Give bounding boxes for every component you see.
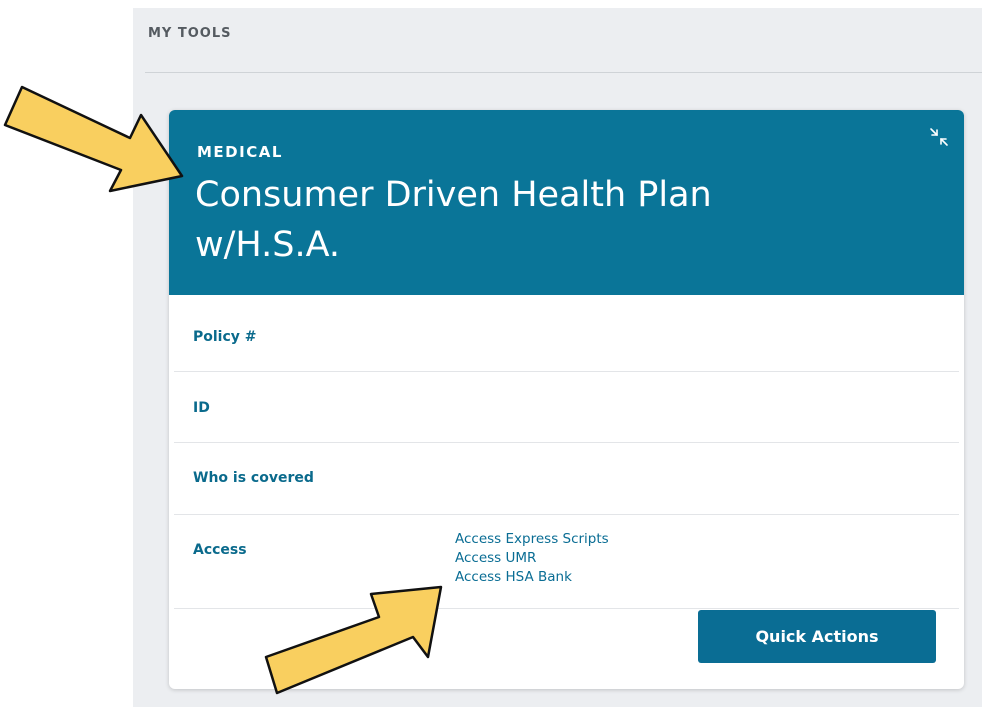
who-covered-label: Who is covered	[193, 470, 314, 486]
plan-name-line-1: Consumer Driven Health Plan	[195, 175, 712, 215]
access-express-scripts-link[interactable]: Access Express Scripts	[455, 530, 609, 549]
plan-name: Consumer Driven Health Plan w/H.S.A.	[195, 170, 895, 270]
section-divider	[145, 72, 982, 73]
arrow-icon	[3, 85, 184, 193]
id-row: ID	[174, 372, 959, 443]
access-label: Access	[193, 542, 247, 558]
quick-actions-button[interactable]: Quick Actions	[698, 610, 936, 663]
plan-name-line-2: w/H.S.A.	[195, 225, 341, 265]
who-covered-row: Who is covered	[174, 443, 959, 515]
access-hsa-bank-link[interactable]: Access HSA Bank	[455, 568, 609, 587]
access-links: Access Express Scripts Access UMR Access…	[455, 530, 609, 587]
policy-row: Policy #	[174, 295, 959, 372]
arrow-icon	[264, 585, 443, 695]
card-header: MEDICAL Consumer Driven Health Plan w/H.…	[169, 110, 964, 295]
collapse-icon[interactable]	[928, 126, 950, 148]
id-label: ID	[193, 400, 210, 416]
access-umr-link[interactable]: Access UMR	[455, 549, 609, 568]
policy-label: Policy #	[193, 329, 257, 345]
card-category: MEDICAL	[197, 143, 283, 161]
